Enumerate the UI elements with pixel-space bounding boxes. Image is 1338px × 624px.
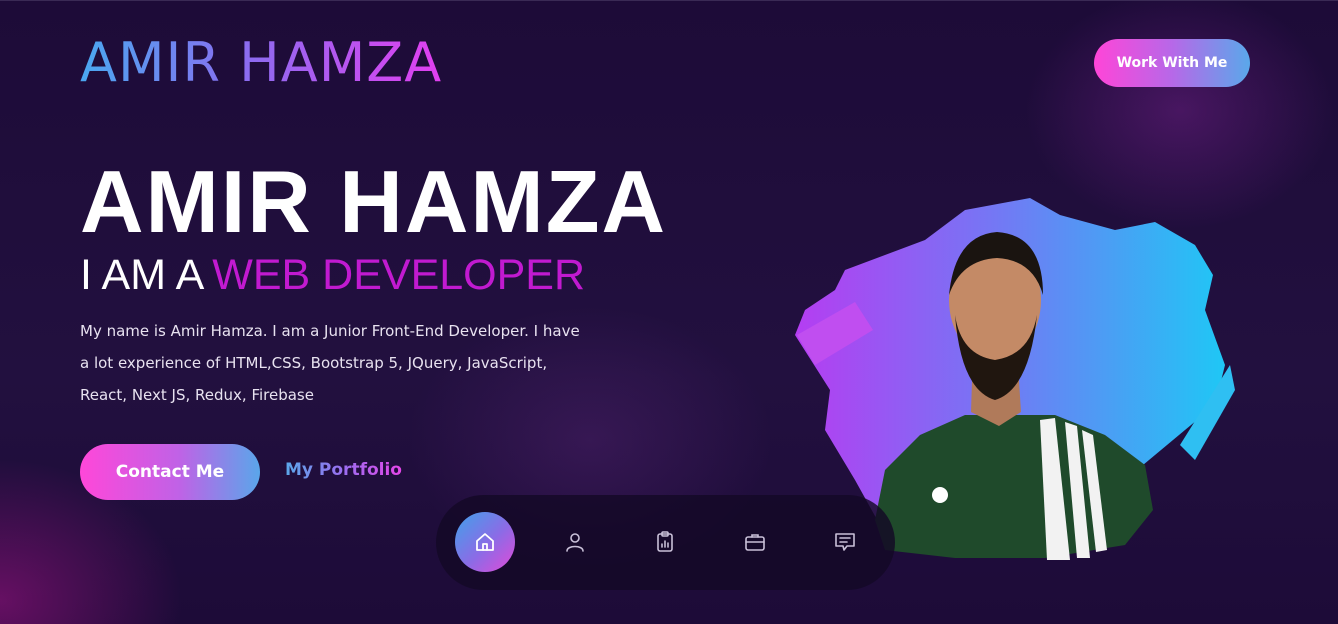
bottom-navigation — [436, 495, 895, 590]
my-portfolio-link[interactable]: My Portfolio — [285, 460, 402, 480]
subtitle-role: WEB DEVELOPER — [212, 251, 586, 299]
hero-subtitle: I AM A WEB DEVELOPER — [80, 250, 585, 300]
hero-description: My name is Amir Hamza. I am a Junior Fro… — [80, 322, 580, 404]
clipboard-chart-icon — [657, 531, 673, 552]
nav-about[interactable] — [545, 512, 605, 572]
contact-me-button[interactable]: Contact Me — [80, 444, 260, 500]
home-icon — [476, 533, 494, 551]
briefcase-icon — [745, 534, 765, 551]
work-with-me-button[interactable]: Work With Me — [1094, 39, 1250, 87]
message-icon — [835, 533, 855, 551]
nav-contact[interactable] — [815, 512, 875, 572]
top-divider — [0, 0, 1338, 1]
nav-portfolio[interactable] — [725, 512, 785, 572]
user-icon — [566, 533, 584, 552]
hero-title: AMIR HAMZA — [80, 152, 668, 251]
nav-resume[interactable] — [635, 512, 695, 572]
brand-logo[interactable]: AMIR HAMZA — [80, 30, 442, 96]
subtitle-prefix: I AM A — [80, 251, 205, 299]
nav-home[interactable] — [455, 512, 515, 572]
